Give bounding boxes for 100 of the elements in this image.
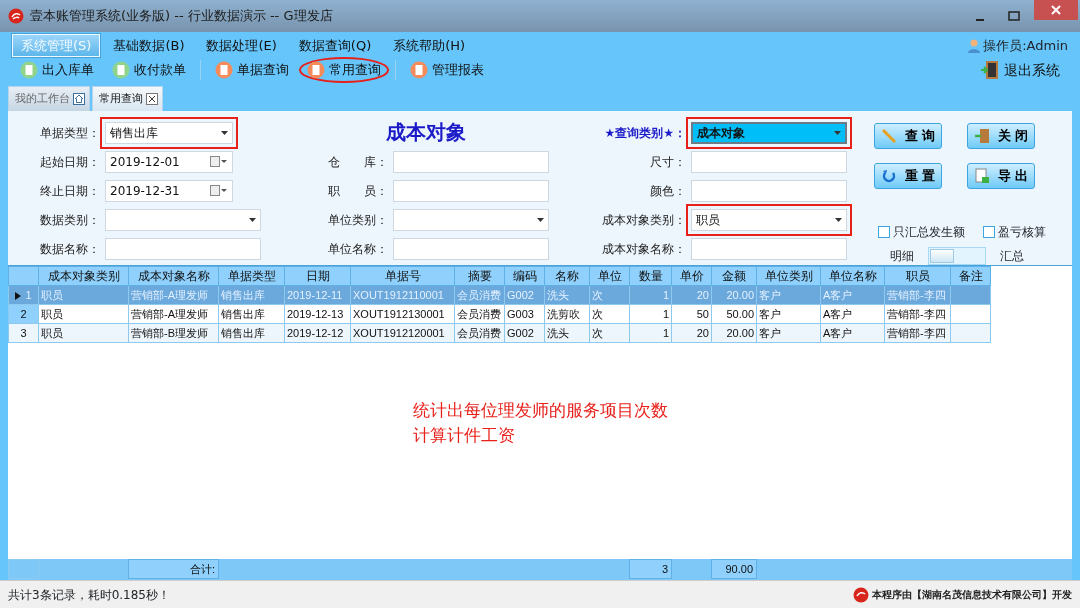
column-header[interactable]: 单据类型: [218, 266, 285, 286]
column-header[interactable]: 单位名称: [820, 266, 885, 286]
table-cell: 2019-12-13: [284, 304, 351, 324]
window-title: 壹本账管理系统(业务版) -- 行业数据演示 -- G理发店: [30, 7, 333, 26]
menu-item[interactable]: 数据查询(Q): [289, 33, 381, 58]
home-icon[interactable]: [73, 93, 85, 105]
field-label: 单位类别：: [327, 211, 388, 229]
operator-label: 操作员:Admin: [983, 36, 1068, 55]
maximize-icon: [1008, 11, 1020, 21]
document-icon: [20, 61, 38, 79]
column-header[interactable]: 单位: [589, 266, 630, 286]
column-header[interactable]: 摘要: [454, 266, 505, 286]
calendar-icon: [210, 185, 228, 196]
checkbox[interactable]: 只汇总发生额: [878, 223, 965, 241]
field-label: 职 员：: [327, 182, 388, 200]
column-header[interactable]: 编码: [504, 266, 545, 286]
close-icon[interactable]: [146, 93, 158, 105]
input-field[interactable]: [393, 150, 549, 173]
toolbar-button[interactable]: 常用查询: [299, 57, 389, 83]
table-cell: 洗剪吹: [544, 304, 590, 324]
exit-button[interactable]: 退出系统: [972, 56, 1068, 84]
document-icon: [307, 61, 325, 79]
total-cell: 合计:: [128, 559, 219, 579]
field-label: 成本对象类别：: [601, 211, 686, 229]
document-icon: [410, 61, 428, 79]
date-field[interactable]: 2019-12-31: [105, 179, 233, 202]
caret-icon: [221, 130, 228, 135]
date-field[interactable]: 2019-12-01: [105, 150, 233, 173]
column-header[interactable]: 成本对象名称: [128, 266, 219, 286]
column-header[interactable]: 金额: [711, 266, 757, 286]
toolbar-button[interactable]: 收付款单: [104, 57, 194, 83]
action-button[interactable]: 查 询: [874, 123, 942, 149]
column-header[interactable]: 单据号: [350, 266, 455, 286]
toolbar-button[interactable]: 管理报表: [402, 57, 492, 83]
input-field[interactable]: [393, 237, 549, 260]
tab[interactable]: 我的工作台: [8, 86, 90, 111]
table-cell: 会员消费: [454, 304, 505, 324]
calendar-icon: [210, 156, 228, 167]
document-icon: [215, 61, 233, 79]
column-header[interactable]: 数量: [629, 266, 672, 286]
menu-item[interactable]: 数据处理(E): [197, 33, 286, 58]
pencil-icon: [880, 128, 897, 144]
menu-item[interactable]: 基础数据(B): [104, 33, 194, 58]
toolbar-button[interactable]: 单据查询: [207, 57, 297, 83]
close-icon: [1051, 5, 1061, 15]
dropdown[interactable]: [393, 208, 549, 231]
dropdown[interactable]: [105, 208, 261, 231]
refresh-icon: [880, 168, 897, 184]
company-logo-icon: [853, 586, 869, 603]
column-header[interactable]: 备注: [950, 266, 991, 286]
dropdown[interactable]: 职员: [691, 208, 847, 231]
field-label: 成本对象名称：: [601, 240, 686, 258]
table-cell: [950, 304, 991, 324]
total-cell: 90.00: [711, 559, 757, 579]
close-button[interactable]: [1034, 0, 1078, 20]
credit-text: 本程序由【湖南名茂信息技术有限公司】开发: [872, 588, 1072, 602]
export-icon: [973, 168, 990, 184]
caret-icon: [834, 130, 841, 135]
input-field[interactable]: [691, 237, 847, 260]
table-row[interactable]: 3 职员 营销部-B理发师 销售出库 2019-12-12 XOUT1912120001 会员消费 G002 洗头 次 1 20 20.00 客户 A客户 营销部-李四: [8, 323, 991, 343]
app-logo-icon: [8, 8, 24, 24]
table-cell: 50.00: [711, 304, 757, 324]
input-field[interactable]: [691, 150, 847, 173]
dropdown[interactable]: 成本对象: [691, 121, 847, 144]
action-button[interactable]: 导 出: [967, 163, 1035, 189]
column-header[interactable]: 单价: [671, 266, 712, 286]
menu-item[interactable]: 系统帮助(H): [384, 33, 475, 58]
action-button[interactable]: 关 闭: [967, 123, 1035, 149]
column-header[interactable]: 单位类别: [756, 266, 821, 286]
column-header[interactable]: 日期: [284, 266, 351, 286]
caret-icon: [537, 217, 544, 222]
field-label: 起始日期：: [39, 153, 100, 171]
tab[interactable]: 常用查询: [92, 86, 163, 111]
input-field[interactable]: [691, 179, 847, 202]
field-label: 数据类别：: [39, 211, 100, 229]
document-icon: [112, 61, 130, 79]
table-cell: XOUT1912130001: [350, 304, 455, 324]
checkbox[interactable]: 盈亏核算: [983, 223, 1046, 241]
door-icon: [980, 60, 1000, 80]
input-field[interactable]: [105, 237, 261, 260]
field-label: 仓 库：: [327, 153, 388, 171]
table-cell: G003: [504, 304, 545, 324]
field-label: 颜色：: [649, 182, 686, 200]
view-switch[interactable]: [928, 247, 986, 265]
caret-icon: [835, 217, 842, 222]
table-cell: 营销部-李四: [884, 304, 951, 324]
column-header[interactable]: 成本对象类别: [38, 266, 129, 286]
column-header[interactable]: 职员: [884, 266, 951, 286]
table-cell: 客户: [756, 304, 821, 324]
table-row[interactable]: 2 职员 营销部-A理发师 销售出库 2019-12-13 XOUT1912130001 会员消费 G003 洗剪吹 次 1 50 50.00 客户 A客户 营销部-李四: [8, 304, 991, 324]
table-cell: 营销部-A理发师: [128, 304, 219, 324]
action-button[interactable]: 重 置: [874, 163, 942, 189]
column-header[interactable]: 名称: [544, 266, 590, 286]
table-cell: 次: [589, 304, 630, 324]
input-field[interactable]: [393, 179, 549, 202]
switch-label: 明细: [890, 248, 914, 265]
table-cell: 1: [629, 304, 672, 324]
dropdown[interactable]: 销售出库: [105, 121, 233, 144]
door-icon: [973, 128, 990, 144]
toolbar-button[interactable]: 出入库单: [12, 57, 102, 83]
